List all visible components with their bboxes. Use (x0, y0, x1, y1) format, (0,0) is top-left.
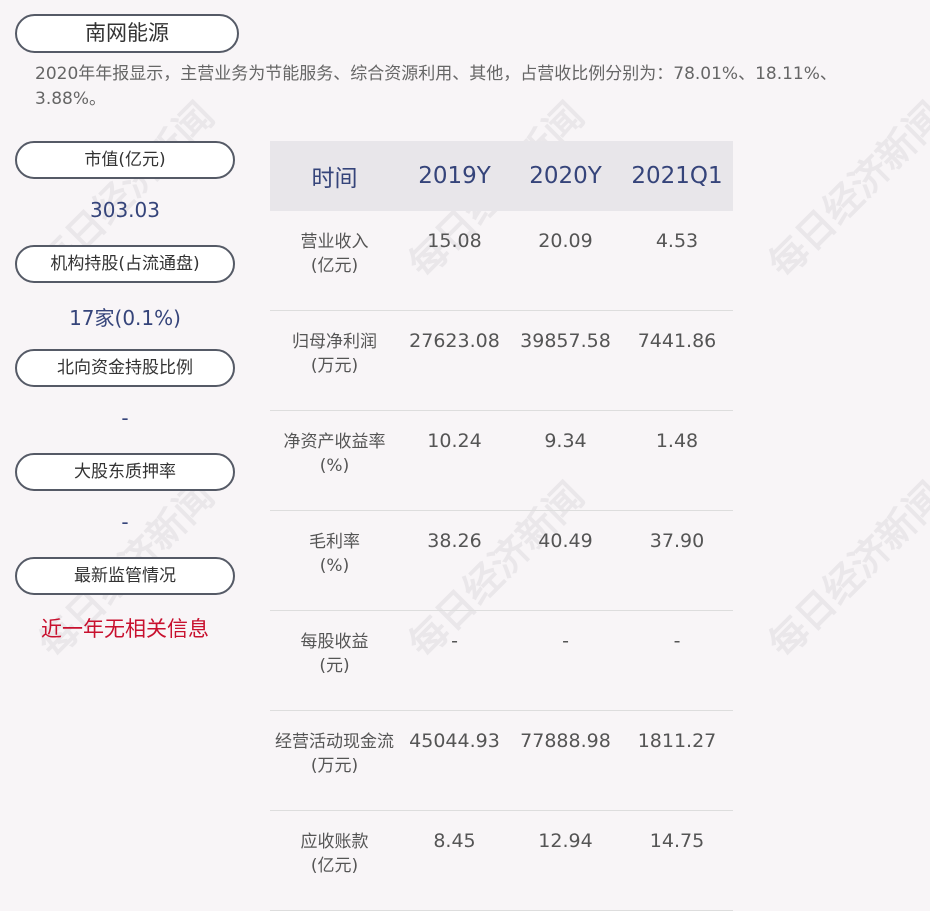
financial-table: 时间 2019Y 2020Y 2021Q1 营业收入 (亿元) 15.08 20.… (270, 141, 733, 911)
metric-value-market-cap: 303.03 (90, 198, 160, 222)
metric-label-market-cap: 市值(亿元) (15, 141, 235, 179)
metric-label-institution-holdings: 机构持股(占流通盘) (15, 245, 235, 283)
table-row: 应收账款 (亿元) 8.45 12.94 14.75 (270, 810, 733, 911)
table-row: 每股收益 (元) - - - (270, 610, 733, 711)
cell-value: 9.34 (510, 410, 621, 511)
row-label: 归母净利润 (万元) (270, 310, 399, 411)
cell-value: 7441.86 (621, 310, 733, 411)
row-label: 营业收入 (亿元) (270, 211, 399, 311)
header-time: 时间 (270, 141, 399, 211)
cell-value: 14.75 (621, 810, 733, 911)
watermark: 每日经济新闻 (760, 473, 930, 667)
row-label: 每股收益 (元) (270, 610, 399, 711)
cell-value: 27623.08 (399, 310, 510, 411)
header-2021q1: 2021Q1 (621, 141, 733, 211)
table-row: 毛利率 (%) 38.26 40.49 37.90 (270, 510, 733, 611)
row-label: 净资产收益率 (%) (270, 410, 399, 511)
metric-value-pledge-rate: - (121, 510, 129, 534)
metric-label-pledge-rate: 大股东质押率 (15, 453, 235, 491)
metric-value-institution-holdings: 17家(0.1%) (69, 306, 181, 330)
row-label: 应收账款 (亿元) (270, 810, 399, 911)
business-summary: 2020年年报显示，主营业务为节能服务、综合资源利用、其他，占营收比例分别为：7… (35, 64, 837, 109)
table-row: 净资产收益率 (%) 10.24 9.34 1.48 (270, 410, 733, 511)
cell-value: 39857.58 (510, 310, 621, 411)
row-label: 经营活动现金流 (万元) (270, 710, 399, 811)
metric-value-northbound: - (121, 406, 129, 430)
metric-label-northbound: 北向资金持股比例 (15, 349, 235, 387)
header-2019y: 2019Y (399, 141, 510, 211)
cell-value: 15.08 (399, 211, 510, 311)
table-row: 归母净利润 (万元) 27623.08 39857.58 7441.86 (270, 310, 733, 411)
header-2020y: 2020Y (510, 141, 621, 211)
table-row: 经营活动现金流 (万元) 45044.93 77888.98 1811.27 (270, 710, 733, 811)
cell-value: 1.48 (621, 410, 733, 511)
table-header-row: 时间 2019Y 2020Y 2021Q1 (270, 141, 733, 211)
cell-value: 40.49 (510, 510, 621, 611)
cell-value: - (510, 610, 621, 711)
metric-value-regulation: 近一年无相关信息 (41, 617, 209, 641)
cell-value: 8.45 (399, 810, 510, 911)
cell-value: 20.09 (510, 211, 621, 311)
cell-value: 37.90 (621, 510, 733, 611)
cell-value: 4.53 (621, 211, 733, 311)
row-label: 毛利率 (%) (270, 510, 399, 611)
cell-value: - (399, 610, 510, 711)
cell-value: - (621, 610, 733, 711)
watermark: 每日经济新闻 (760, 93, 930, 287)
metric-label-regulation: 最新监管情况 (15, 557, 235, 595)
cell-value: 10.24 (399, 410, 510, 511)
cell-value: 38.26 (399, 510, 510, 611)
cell-value: 1811.27 (621, 710, 733, 811)
cell-value: 77888.98 (510, 710, 621, 811)
company-title: 南网能源 (15, 14, 239, 53)
table-row: 营业收入 (亿元) 15.08 20.09 4.53 (270, 211, 733, 311)
cell-value: 45044.93 (399, 710, 510, 811)
cell-value: 12.94 (510, 810, 621, 911)
